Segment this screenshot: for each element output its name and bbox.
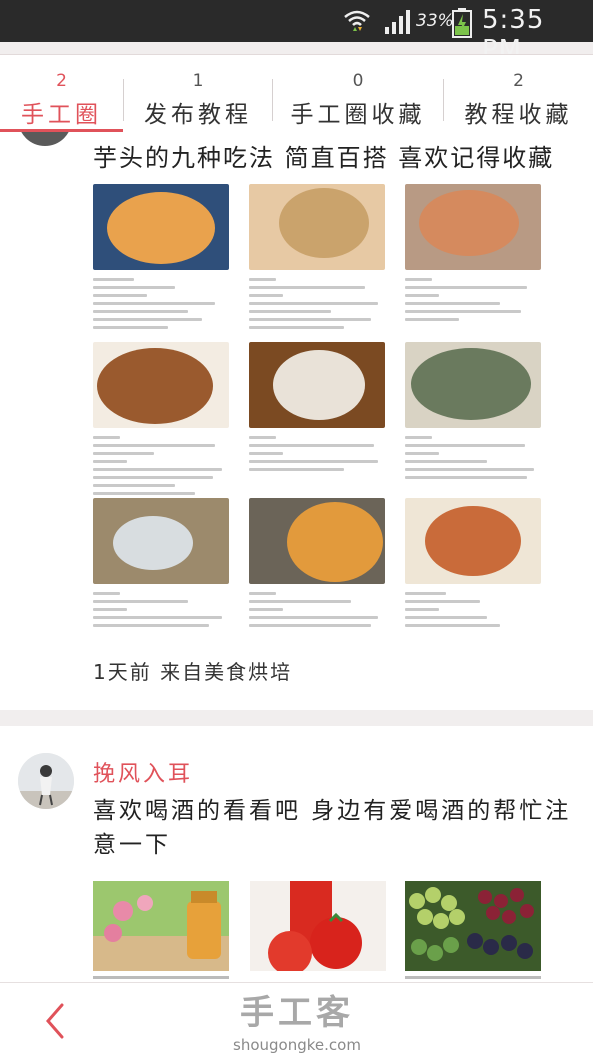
post-meta: 1天前 来自美食烘培: [93, 660, 293, 684]
tab-label: 发布教程: [144, 102, 252, 128]
chevron-left-icon[interactable]: [40, 1001, 70, 1045]
avatar[interactable]: [18, 132, 72, 146]
tab-count: 2: [513, 71, 524, 91]
tab-fabu-jiaocheng[interactable]: 1 发布教程: [124, 55, 272, 133]
recipe-image[interactable]: [93, 184, 229, 334]
recipe-image[interactable]: [405, 184, 541, 326]
recipe-image[interactable]: [249, 184, 385, 334]
battery-charging-icon: [452, 8, 472, 42]
watermark-url: shougongke.com: [233, 1036, 361, 1054]
tab-shougongquan[interactable]: 2 手工圈: [0, 55, 123, 133]
photo-caption-line: [405, 976, 541, 979]
tab-label: 手工圈收藏: [290, 102, 426, 128]
post-card[interactable]: 芋头的九种吃法 简直百搭 喜欢记得收藏 1天前 来自美食烘培: [0, 132, 593, 710]
tab-count: 2: [56, 71, 67, 91]
recipe-image[interactable]: [93, 498, 229, 632]
author-name[interactable]: 挽风入耳: [93, 756, 193, 788]
post-title[interactable]: 芋头的九种吃法 简直百搭 喜欢记得收藏: [93, 138, 554, 173]
tomato-juice-photo[interactable]: [250, 881, 386, 971]
tab-count: 1: [192, 71, 204, 91]
tab-jiaocheng-shoucang[interactable]: 2 教程收藏: [444, 55, 593, 133]
recipe-image[interactable]: [249, 498, 385, 632]
watermark-logo: 手工客: [240, 993, 354, 1033]
recipe-image[interactable]: [249, 342, 385, 476]
recipe-image[interactable]: [405, 342, 541, 484]
wifi-icon: [342, 6, 372, 40]
honey-flowers-photo[interactable]: [93, 881, 229, 971]
photo-caption-line: [93, 976, 229, 979]
recipe-image[interactable]: [405, 498, 541, 632]
post-title[interactable]: 喜欢喝酒的看看吧 身边有爱喝酒的帮忙注意一下: [93, 794, 573, 862]
tab-count: 0: [352, 71, 364, 91]
tab-label: 手工圈: [21, 102, 102, 128]
battery-percent: 33%: [416, 11, 454, 31]
status-bar: 33% 5:35 PM: [0, 0, 593, 65]
tab-bar: 2 手工圈 1 发布教程 0 手工圈收藏 2 教程收藏: [0, 54, 593, 133]
avatar[interactable]: [18, 753, 74, 809]
signal-icon: [384, 9, 412, 39]
tab-shougongquan-shoucang[interactable]: 0 手工圈收藏: [273, 55, 443, 133]
grapes-photo[interactable]: [405, 881, 541, 971]
recipe-image[interactable]: [93, 342, 229, 500]
watermark: 手工客 shougongke.com: [232, 985, 362, 1054]
tab-label: 教程收藏: [464, 102, 573, 128]
